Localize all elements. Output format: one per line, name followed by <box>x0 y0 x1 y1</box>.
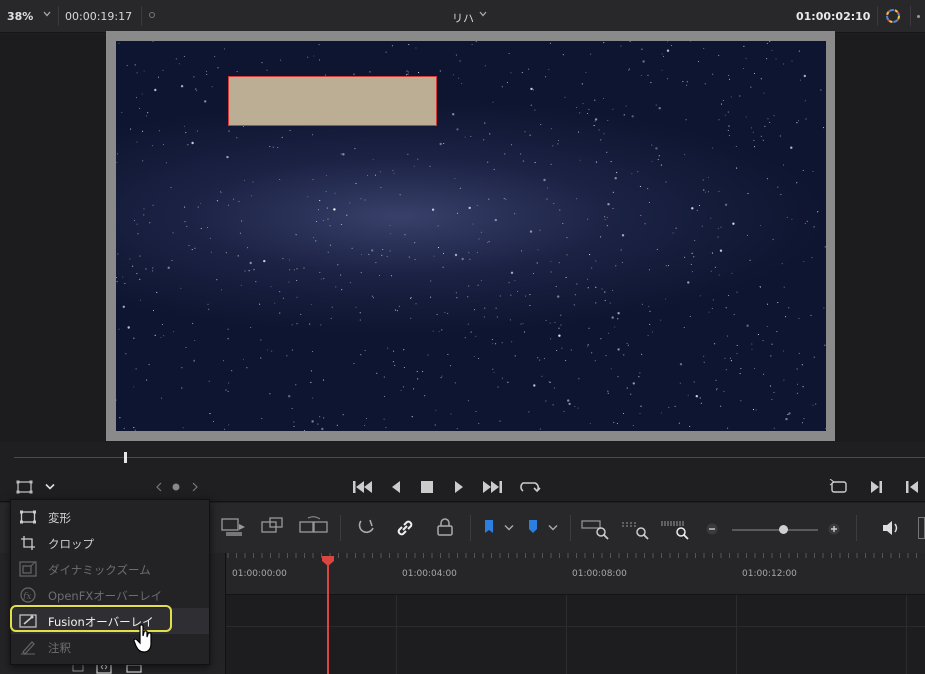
grid-line <box>736 595 737 674</box>
grid-line <box>906 595 907 674</box>
viewer-image-milky-way[interactable] <box>116 41 826 431</box>
chevron-down-icon[interactable] <box>504 524 514 532</box>
fx-icon: fx <box>20 587 36 603</box>
divider <box>910 6 911 26</box>
play-icon[interactable] <box>453 479 465 495</box>
stop-icon[interactable] <box>420 479 434 495</box>
ruler-label: 01:00:08:00 <box>572 569 627 579</box>
timeline-zoom-slider-track[interactable] <box>732 529 818 531</box>
chevron-down-icon[interactable] <box>43 10 51 18</box>
divider <box>58 6 59 26</box>
menu-item-crop[interactable]: クロップ <box>11 530 209 556</box>
match-frame-icon[interactable] <box>829 479 849 495</box>
menu-item-label: クロップ <box>48 537 94 551</box>
marker-icon[interactable] <box>527 518 539 536</box>
color-wheel-icon[interactable] <box>884 7 902 25</box>
ruler-label: 01:00:00:00 <box>232 569 287 579</box>
scrubber-track[interactable] <box>14 457 925 458</box>
volume-icon[interactable] <box>880 518 902 538</box>
next-edit-icon[interactable] <box>869 479 883 495</box>
menu-item-label: 注釈 <box>48 641 71 655</box>
zoom-level[interactable]: 38% <box>7 10 33 23</box>
dynamic-zoom-icon <box>19 561 37 577</box>
scrubber-playhead[interactable] <box>124 452 127 463</box>
chevron-down-icon[interactable] <box>548 524 558 532</box>
menu-item-dynamic-zoom[interactable]: ダイナミックズーム <box>11 556 209 582</box>
crop-icon <box>21 536 35 550</box>
viewer-top-bar: 38% 00:00:19:17 リハ 01:00:02:10 <box>0 0 925 33</box>
jump-to-start-icon[interactable] <box>352 479 374 495</box>
position-lock-icon[interactable] <box>435 518 455 538</box>
divider <box>141 6 142 26</box>
zoom-full-timeline-icon[interactable] <box>580 518 610 540</box>
overlay-mode-icon[interactable] <box>16 479 34 495</box>
grid-line <box>566 595 567 674</box>
more-options-icon[interactable] <box>917 15 920 18</box>
chevron-down-icon[interactable] <box>45 483 55 491</box>
grid-line <box>396 595 397 674</box>
playhead-line[interactable] <box>327 561 329 674</box>
divider <box>340 515 341 541</box>
menu-item-label: ダイナミックズーム <box>48 563 151 577</box>
ruler-label: 01:00:04:00 <box>402 569 457 579</box>
track-divider <box>226 626 925 627</box>
menu-item-label: 変形 <box>48 511 71 525</box>
audio-meter[interactable] <box>918 517 925 539</box>
menu-item-label: OpenFXオーバーレイ <box>48 589 163 603</box>
zoom-custom-icon[interactable] <box>660 518 690 540</box>
playhead-handle-icon[interactable] <box>321 555 335 567</box>
chevron-down-icon[interactable] <box>479 10 487 18</box>
prev-edit-icon[interactable] <box>905 479 919 495</box>
divider <box>877 6 878 26</box>
jump-to-end-icon[interactable] <box>481 479 503 495</box>
menu-item-transform[interactable]: 変形 <box>11 504 209 530</box>
overlay-mode-menu: 変形 クロップ ダイナミックズーム fx OpenFXオーバーレイ Fusion… <box>10 499 210 665</box>
source-timecode: 00:00:19:17 <box>65 10 133 23</box>
transport-bar <box>0 472 925 502</box>
menu-item-annotation[interactable]: 注釈 <box>11 634 209 660</box>
viewer-scrubber[interactable] <box>0 442 925 472</box>
flag-icon[interactable] <box>483 518 495 536</box>
replace-clip-icon[interactable] <box>298 516 330 538</box>
divider <box>570 515 571 541</box>
snapping-icon[interactable] <box>356 518 376 538</box>
svg-text:fx: fx <box>22 592 31 602</box>
divider <box>470 515 471 541</box>
step-back-icon[interactable] <box>390 479 402 495</box>
insert-clip-icon[interactable] <box>220 516 248 538</box>
ruler-label: 01:00:12:00 <box>742 569 797 579</box>
annotation-pen-icon <box>21 641 35 655</box>
divider <box>856 515 857 541</box>
zoom-in-icon[interactable] <box>828 523 840 535</box>
nav-prev-next-icon[interactable] <box>155 481 199 493</box>
timeline-clip[interactable] <box>228 76 437 126</box>
record-timecode: 01:00:02:10 <box>796 10 871 23</box>
timeline-zoom-slider-knob[interactable] <box>779 525 789 534</box>
linked-selection-icon[interactable] <box>395 518 415 538</box>
status-dot-icon <box>149 12 155 18</box>
starfield-image <box>116 41 826 431</box>
loop-icon[interactable] <box>518 479 542 495</box>
clip-name[interactable]: リハ <box>452 10 474 26</box>
mouse-cursor-icon <box>133 624 152 653</box>
overwrite-clip-icon[interactable] <box>260 516 288 538</box>
zoom-detail-icon[interactable] <box>620 518 650 540</box>
transform-icon <box>20 510 36 524</box>
zoom-out-icon[interactable] <box>706 523 718 535</box>
